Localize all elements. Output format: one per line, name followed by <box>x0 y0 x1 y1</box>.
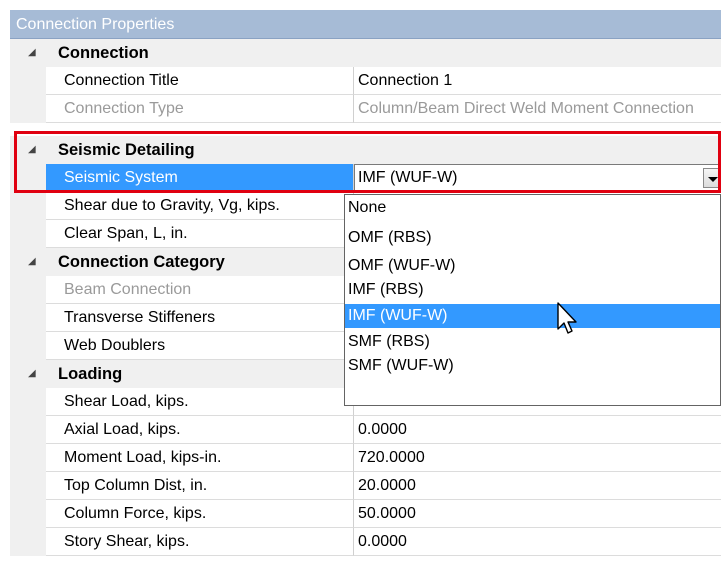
property-name: Moment Load, kips-in. <box>46 444 354 472</box>
property-row-connection-type[interactable]: Connection Type Column/Beam Direct Weld … <box>10 95 721 123</box>
collapse-icon[interactable]: ◢ <box>28 39 36 67</box>
category-seismic-detailing[interactable]: ◢ Seismic Detailing <box>10 136 721 164</box>
property-name: Clear Span, L, in. <box>46 220 354 248</box>
dropdown-option[interactable]: OMF (RBS) <box>345 226 720 250</box>
collapse-icon[interactable]: ◢ <box>28 360 36 388</box>
property-name: Connection Type <box>46 95 354 123</box>
property-row-connection-title[interactable]: Connection Title Connection 1 <box>10 67 721 95</box>
property-name: Web Doublers <box>46 332 354 360</box>
property-name: Connection Title <box>46 67 354 95</box>
property-name: Top Column Dist, in. <box>46 472 354 500</box>
collapse-icon[interactable]: ◢ <box>28 136 36 164</box>
category-label: Loading <box>58 365 123 383</box>
property-name: Story Shear, kips. <box>46 528 354 556</box>
dropdown-option-selected[interactable]: IMF (WUF-W) <box>345 304 720 328</box>
dropdown-option[interactable]: SMF (WUF-W) <box>345 354 720 378</box>
property-value[interactable]: 0.0000 <box>354 416 721 444</box>
panel-title: Connection Properties <box>10 10 721 39</box>
dropdown-option[interactable]: SMF (RBS) <box>345 330 720 354</box>
seismic-system-select[interactable]: IMF (WUF-W) <box>354 164 721 192</box>
property-row-axial-load[interactable]: Axial Load, kips. 0.0000 <box>10 416 721 444</box>
property-value[interactable]: Connection 1 <box>354 67 721 95</box>
dropdown-option[interactable]: IMF (RBS) <box>345 278 720 302</box>
property-row-column-force[interactable]: Column Force, kips. 50.0000 <box>10 500 721 528</box>
property-name: Beam Connection <box>46 276 354 304</box>
property-row-story-shear[interactable]: Story Shear, kips. 0.0000 <box>10 528 721 556</box>
property-value[interactable]: 720.0000 <box>354 444 721 472</box>
property-row-moment-load[interactable]: Moment Load, kips-in. 720.0000 <box>10 444 721 472</box>
mouse-cursor-icon <box>557 302 577 334</box>
collapse-icon[interactable]: ◢ <box>28 248 36 276</box>
property-name-selected: Seismic System <box>46 164 354 192</box>
property-name: Axial Load, kips. <box>46 416 354 444</box>
property-value[interactable]: 20.0000 <box>354 472 721 500</box>
dropdown-option[interactable]: None <box>345 196 720 220</box>
property-name: Column Force, kips. <box>46 500 354 528</box>
category-label: Connection <box>58 44 149 62</box>
category-label: Seismic Detailing <box>58 141 195 159</box>
property-row-top-column-dist[interactable]: Top Column Dist, in. 20.0000 <box>10 472 721 500</box>
select-value: IMF (WUF-W) <box>358 169 458 186</box>
property-name: Shear due to Gravity, Vg, kips. <box>46 192 354 220</box>
property-value: Column/Beam Direct Weld Moment Connectio… <box>354 95 721 123</box>
property-value[interactable]: 50.0000 <box>354 500 721 528</box>
dropdown-arrow-icon[interactable] <box>703 168 721 188</box>
property-name: Transverse Stiffeners <box>46 304 354 332</box>
property-name: Shear Load, kips. <box>46 388 354 416</box>
category-label: Connection Category <box>58 253 225 271</box>
property-row-seismic-system[interactable]: Seismic System IMF (WUF-W) <box>10 164 721 192</box>
dropdown-option[interactable]: OMF (WUF-W) <box>345 254 720 278</box>
property-value[interactable]: 0.0000 <box>354 528 721 556</box>
seismic-system-dropdown-list[interactable]: None OMF (RBS) OMF (WUF-W) IMF (RBS) IMF… <box>344 194 721 406</box>
category-connection[interactable]: ◢ Connection <box>10 39 721 67</box>
